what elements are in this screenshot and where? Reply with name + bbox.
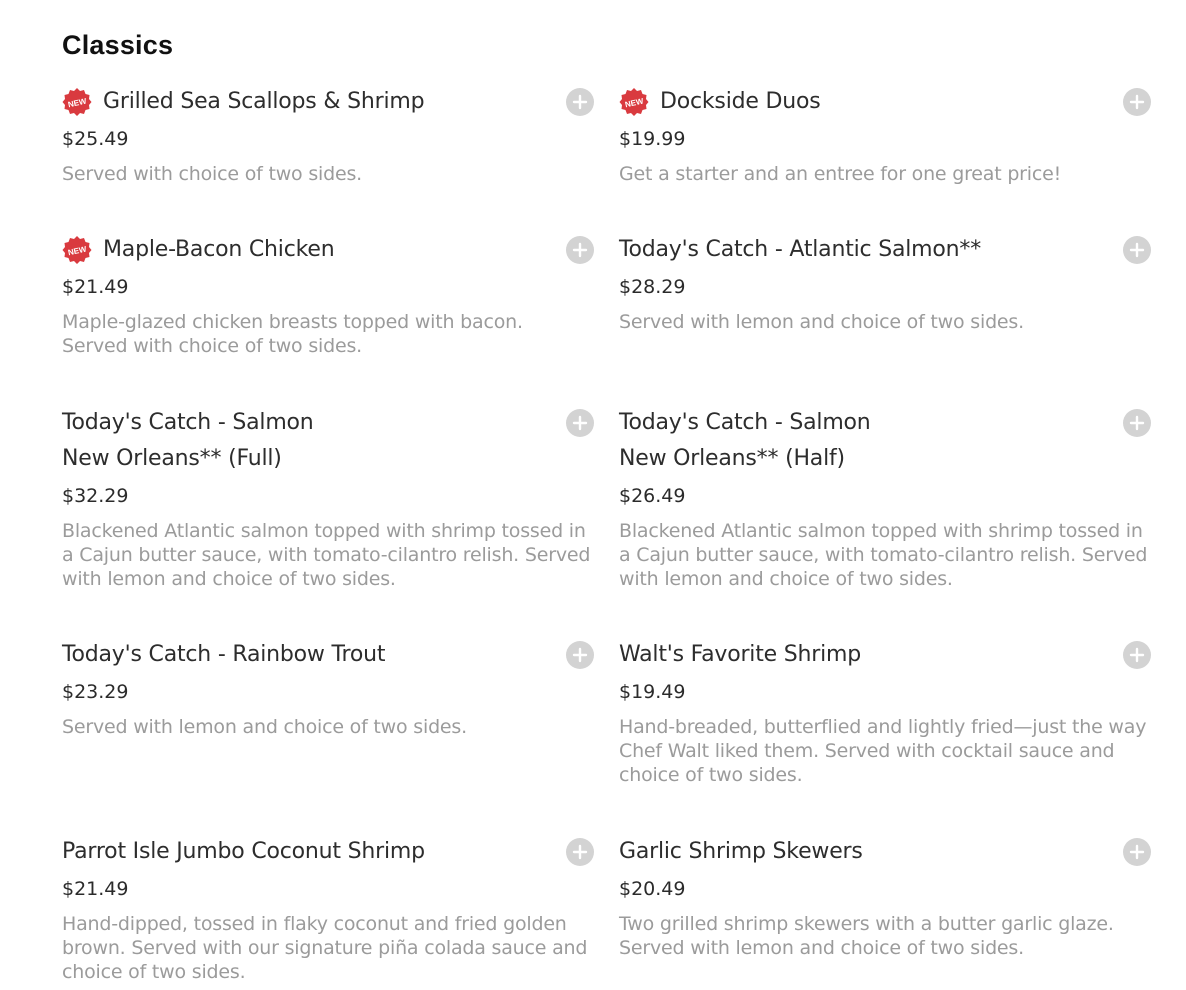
menu-item-header: NEW Maple-Bacon Chicken <box>62 232 594 268</box>
menu-item-name: Maple-Bacon Chicken <box>103 237 335 262</box>
menu-item-name: Today's Catch - Salmon New Orleans** (Ha… <box>619 410 871 471</box>
plus-circle-icon <box>1129 844 1145 860</box>
menu-item-name: Dockside Duos <box>660 89 821 114</box>
add-item-button[interactable] <box>566 838 594 866</box>
menu-item-price: $26.49 <box>619 485 686 507</box>
menu-item-price: $32.29 <box>62 485 129 507</box>
menu-item-header: Walt's Favorite Shrimp <box>619 637 1151 673</box>
menu-item-rainbow-trout[interactable]: Today's Catch - Rainbow Trout $23.29 Ser… <box>62 637 594 739</box>
menu-item-description: Blackened Atlantic salmon topped with sh… <box>619 520 1148 590</box>
menu-item-description: Blackened Atlantic salmon topped with sh… <box>62 520 591 590</box>
menu-item-price: $19.99 <box>619 128 686 150</box>
add-item-button[interactable] <box>1123 88 1151 116</box>
menu-item-description: Served with lemon and choice of two side… <box>619 311 1024 333</box>
plus-circle-icon <box>572 647 588 663</box>
new-badge-icon: NEW <box>619 87 649 117</box>
menu-item-name: Today's Catch - Salmon New Orleans** (Fu… <box>62 410 314 471</box>
menu-item-header: Garlic Shrimp Skewers <box>619 834 1151 870</box>
menu-item-header: NEW Grilled Sea Scallops & Shrimp <box>62 84 594 120</box>
menu-item-header: NEW Dockside Duos <box>619 84 1151 120</box>
menu-item-name: Today's Catch - Rainbow Trout <box>62 642 386 667</box>
add-item-button[interactable] <box>566 641 594 669</box>
menu-item-price: $19.49 <box>619 681 686 703</box>
menu-item-header: Today's Catch - Rainbow Trout <box>62 637 594 673</box>
add-item-button[interactable] <box>1123 838 1151 866</box>
menu-item-price: $23.29 <box>62 681 129 703</box>
new-badge-icon: NEW <box>62 235 92 265</box>
add-item-button[interactable] <box>1123 236 1151 264</box>
menu-item-description: Hand-breaded, butterflied and lightly fr… <box>619 716 1147 786</box>
menu-item-header: Today's Catch - Atlantic Salmon** <box>619 232 1151 268</box>
menu-item-name: Walt's Favorite Shrimp <box>619 642 862 667</box>
plus-circle-icon <box>572 415 588 431</box>
menu-item-description: Maple-glazed chicken breasts topped with… <box>62 311 523 357</box>
menu-item-description: Served with choice of two sides. <box>62 163 362 185</box>
plus-circle-icon <box>1129 647 1145 663</box>
menu-item-description: Hand-dipped, tossed in flaky coconut and… <box>62 913 588 983</box>
menu-item-price: $20.49 <box>619 878 686 900</box>
menu-item-name: Today's Catch - Atlantic Salmon** <box>619 237 982 262</box>
menu-item-header: Today's Catch - Salmon New Orleans** (Ha… <box>619 405 1151 477</box>
menu-item-description: Served with lemon and choice of two side… <box>62 716 467 738</box>
menu-item-header: Today's Catch - Salmon New Orleans** (Fu… <box>62 405 594 477</box>
menu-item-garlic-shrimp-skewers[interactable]: Garlic Shrimp Skewers $20.49 Two grilled… <box>619 834 1151 960</box>
menu-item-dockside-duos[interactable]: NEW Dockside Duos $19.99 Get a starter a… <box>619 84 1151 186</box>
menu-item-salmon-new-orleans-half[interactable]: Today's Catch - Salmon New Orleans** (Ha… <box>619 405 1151 591</box>
add-item-button[interactable] <box>566 88 594 116</box>
menu-item-walts-favorite-shrimp[interactable]: Walt's Favorite Shrimp $19.49 Hand-bread… <box>619 637 1151 787</box>
menu-item-name: Garlic Shrimp Skewers <box>619 839 863 864</box>
plus-circle-icon <box>572 94 588 110</box>
menu-item-atlantic-salmon[interactable]: Today's Catch - Atlantic Salmon** $28.29… <box>619 232 1151 334</box>
menu-item-header: Parrot Isle Jumbo Coconut Shrimp <box>62 834 594 870</box>
menu-item-price: $21.49 <box>62 878 129 900</box>
menu-item-name: Grilled Sea Scallops & Shrimp <box>103 89 425 114</box>
section-title: Classics <box>62 30 174 60</box>
menu-item-name: Parrot Isle Jumbo Coconut Shrimp <box>62 839 425 864</box>
plus-circle-icon <box>572 844 588 860</box>
plus-circle-icon <box>1129 94 1145 110</box>
menu-item-salmon-new-orleans-full[interactable]: Today's Catch - Salmon New Orleans** (Fu… <box>62 405 594 591</box>
add-item-button[interactable] <box>566 236 594 264</box>
add-item-button[interactable] <box>1123 409 1151 437</box>
menu-item-description: Get a starter and an entree for one grea… <box>619 163 1062 185</box>
menu-item-price: $28.29 <box>619 276 686 298</box>
menu-item-grilled-sea-scallops-shrimp[interactable]: NEW Grilled Sea Scallops & Shrimp $25.49… <box>62 84 594 186</box>
menu-item-price: $21.49 <box>62 276 129 298</box>
menu-item-price: $25.49 <box>62 128 129 150</box>
add-item-button[interactable] <box>1123 641 1151 669</box>
plus-circle-icon <box>572 242 588 258</box>
plus-circle-icon <box>1129 242 1145 258</box>
plus-circle-icon <box>1129 415 1145 431</box>
menu-item-parrot-isle-coconut-shrimp[interactable]: Parrot Isle Jumbo Coconut Shrimp $21.49 … <box>62 834 594 984</box>
add-item-button[interactable] <box>566 409 594 437</box>
new-badge-icon: NEW <box>62 87 92 117</box>
menu-item-maple-bacon-chicken[interactable]: NEW Maple-Bacon Chicken $21.49 Maple-gla… <box>62 232 594 358</box>
menu-item-description: Two grilled shrimp skewers with a butter… <box>619 913 1114 959</box>
